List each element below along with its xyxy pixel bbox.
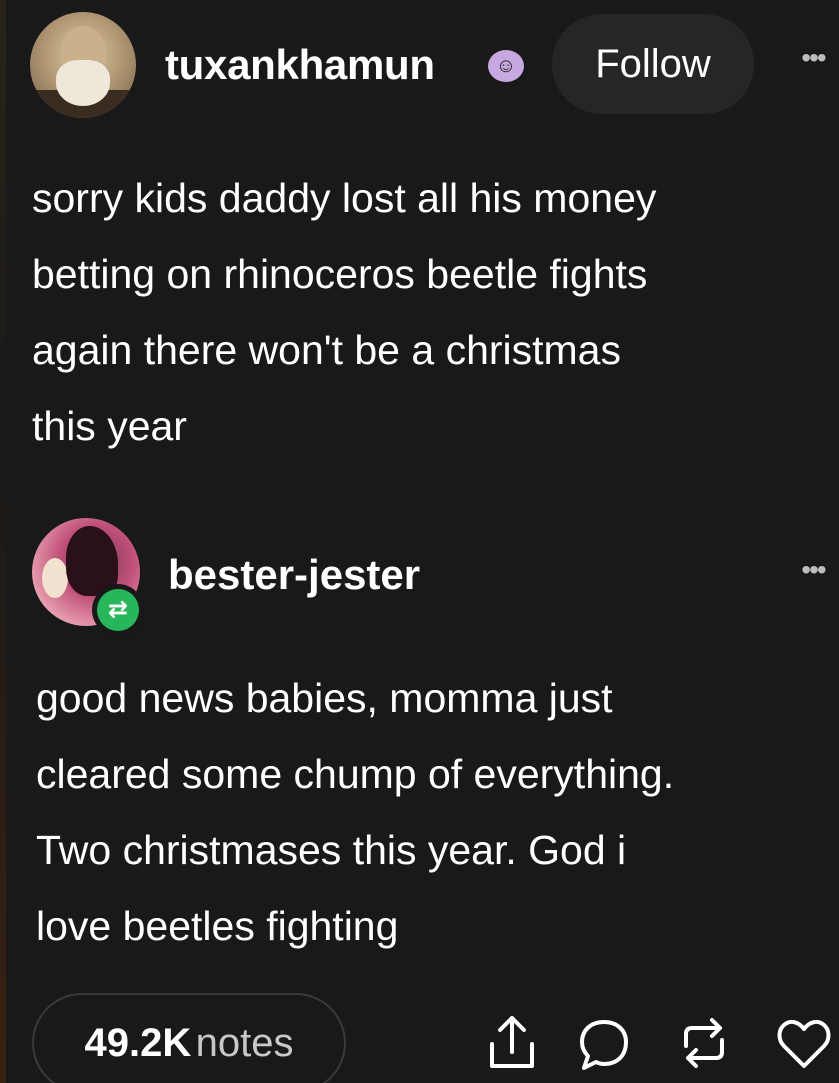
comment-icon-graphic bbox=[580, 1020, 628, 1070]
heart-icon-graphic bbox=[777, 1019, 831, 1068]
share-icon[interactable] bbox=[484, 1012, 540, 1074]
notes-count: 49.2K bbox=[84, 1021, 192, 1065]
reblog-action-icon[interactable] bbox=[676, 1012, 732, 1074]
left-edge-glow bbox=[0, 0, 6, 1083]
avatar-beard bbox=[56, 60, 110, 106]
reblog-badge: ⇄ bbox=[92, 584, 144, 636]
reblog-icon: ⇄ bbox=[97, 589, 139, 631]
notes-button[interactable]: 49.2K notes bbox=[32, 993, 346, 1083]
avatar-detail bbox=[42, 558, 68, 598]
comment-icon[interactable] bbox=[576, 1012, 632, 1074]
ellipsis-icon[interactable]: ••• bbox=[790, 36, 836, 80]
post-body-text: sorry kids daddy lost all his money bett… bbox=[32, 175, 657, 449]
reblog-icon-graphic bbox=[684, 1018, 724, 1068]
notes-label: notes bbox=[195, 1021, 294, 1065]
reblog-body-text: good news babies, momma just cleared som… bbox=[36, 675, 675, 949]
author-username[interactable]: tuxankhamun bbox=[165, 40, 435, 90]
reblogger-username[interactable]: bester-jester bbox=[168, 550, 420, 600]
share-icon-graphic bbox=[490, 1016, 534, 1068]
ellipsis-icon[interactable]: ••• bbox=[790, 548, 836, 592]
follow-button[interactable]: Follow bbox=[552, 14, 754, 114]
ghost-badge-icon: ☺ bbox=[488, 50, 524, 82]
author-avatar[interactable] bbox=[30, 12, 136, 118]
like-icon[interactable] bbox=[776, 1012, 832, 1074]
